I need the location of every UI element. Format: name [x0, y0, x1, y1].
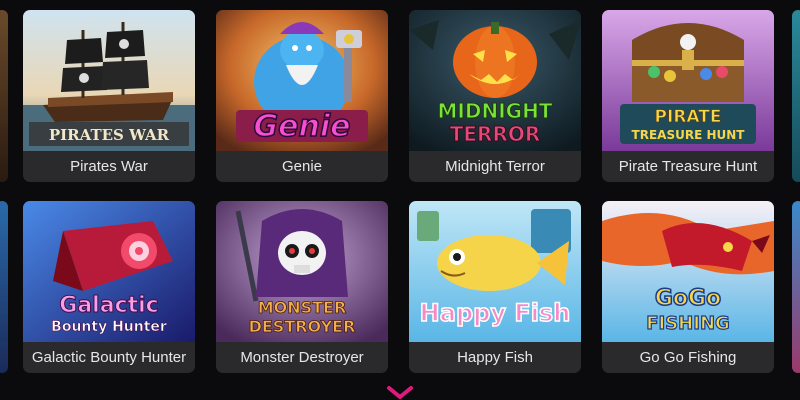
- partial-game-card-right[interactable]: [792, 10, 800, 182]
- game-card-happy-fish[interactable]: Happy Fish Happy Fish: [409, 201, 581, 373]
- game-title[interactable]: Genie: [216, 151, 388, 182]
- game-thumbnail[interactable]: Genie: [216, 10, 388, 151]
- game-logo: PIRATES WAR: [49, 126, 170, 144]
- game-title[interactable]: Go Go Fishing: [602, 342, 774, 373]
- game-title[interactable]: Monster Destroyer: [216, 342, 388, 373]
- game-logo: Genie: [254, 109, 351, 144]
- treasure-chest-icon: PIRATE TREASURE HUNT: [602, 10, 774, 151]
- partial-game-card-left[interactable]: [0, 10, 8, 182]
- game-logo-line2: Bounty Hunter: [51, 319, 167, 335]
- game-logo-line2: DESTROYER: [249, 317, 356, 336]
- game-logo-line1: PIRATE: [655, 107, 722, 127]
- game-card-midnight-terror[interactable]: MIDNIGHT TERROR Midnight Terror: [409, 10, 581, 182]
- game-logo-line2: FISHING: [646, 313, 730, 334]
- game-thumbnail[interactable]: MONSTER DESTROYER: [216, 201, 388, 342]
- game-thumbnail[interactable]: Galactic Bounty Hunter: [23, 201, 195, 342]
- game-card-go-go-fishing[interactable]: GoGo FISHING Go Go Fishing: [602, 201, 774, 373]
- skull-reaper-icon: MONSTER DESTROYER: [216, 201, 388, 342]
- game-logo-line1: Galactic: [59, 293, 158, 318]
- game-title[interactable]: Happy Fish: [409, 342, 581, 373]
- game-title[interactable]: Pirate Treasure Hunt: [602, 151, 774, 182]
- partial-game-card-right[interactable]: [792, 201, 800, 373]
- spaceship-icon: Galactic Bounty Hunter: [23, 201, 195, 342]
- game-grid: PIRATES WAR Pirates War Genie Genie MIDN…: [23, 10, 775, 373]
- game-logo: Happy Fish: [420, 299, 571, 327]
- game-logo-line2: TERROR: [450, 122, 541, 146]
- game-thumbnail[interactable]: PIRATE TREASURE HUNT: [602, 10, 774, 151]
- game-thumbnail[interactable]: MIDNIGHT TERROR: [409, 10, 581, 151]
- game-card-monster-destroyer[interactable]: MONSTER DESTROYER Monster Destroyer: [216, 201, 388, 373]
- partial-game-card-left[interactable]: [0, 201, 8, 373]
- chevron-down-icon[interactable]: [386, 385, 414, 400]
- dragon-icon: GoGo FISHING: [602, 201, 774, 342]
- game-card-galactic-bounty-hunter[interactable]: Galactic Bounty Hunter Galactic Bounty H…: [23, 201, 195, 373]
- game-card-genie[interactable]: Genie Genie: [216, 10, 388, 182]
- fish-icon: Happy Fish: [409, 201, 581, 342]
- game-logo-line1: MIDNIGHT: [438, 99, 553, 123]
- game-thumbnail[interactable]: PIRATES WAR: [23, 10, 195, 151]
- pumpkin-icon: MIDNIGHT TERROR: [409, 10, 581, 151]
- game-title[interactable]: Pirates War: [23, 151, 195, 182]
- game-gallery: PIRATES WAR Pirates War Genie Genie MIDN…: [0, 0, 800, 400]
- game-logo-line2: TREASURE HUNT: [632, 128, 746, 142]
- game-logo-line1: GoGo: [655, 286, 721, 311]
- game-title[interactable]: Galactic Bounty Hunter: [23, 342, 195, 373]
- genie-icon: Genie: [216, 10, 388, 151]
- game-thumbnail[interactable]: Happy Fish: [409, 201, 581, 342]
- game-logo-line1: MONSTER: [258, 298, 347, 317]
- game-card-pirates-war[interactable]: PIRATES WAR Pirates War: [23, 10, 195, 182]
- game-thumbnail[interactable]: GoGo FISHING: [602, 201, 774, 342]
- game-title[interactable]: Midnight Terror: [409, 151, 581, 182]
- game-card-pirate-treasure-hunt[interactable]: PIRATE TREASURE HUNT Pirate Treasure Hun…: [602, 10, 774, 182]
- pirate-ship-icon: PIRATES WAR: [23, 10, 195, 151]
